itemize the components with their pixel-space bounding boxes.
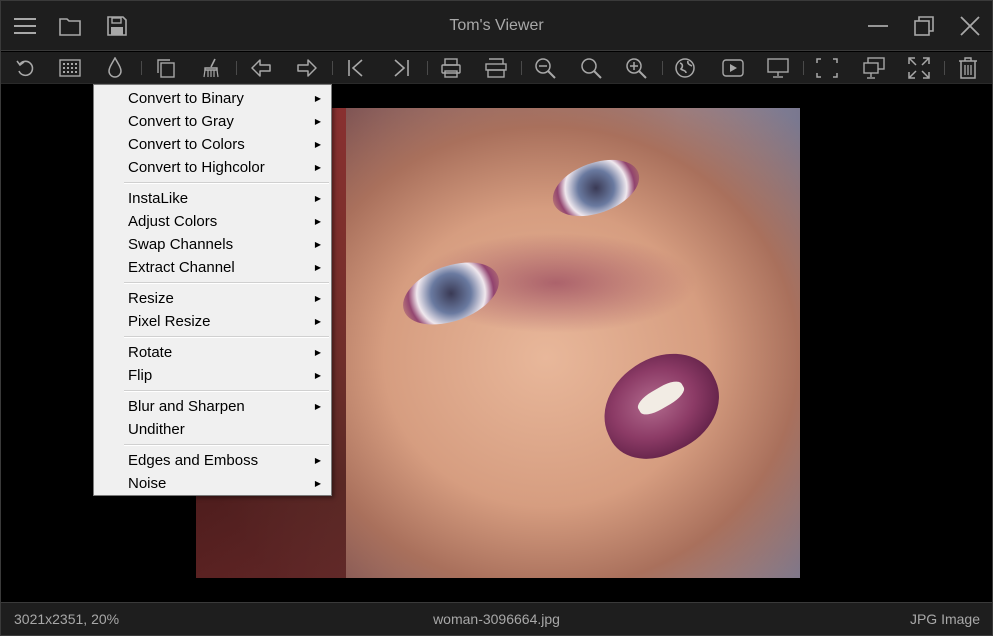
arrow-left-icon[interactable] — [247, 54, 275, 82]
menu-separator — [94, 441, 331, 449]
slideshow-icon[interactable] — [719, 54, 747, 82]
menu-item-label: Convert to Gray — [128, 113, 234, 130]
menu-item-extract-channel[interactable]: Extract Channel ▶ — [94, 256, 331, 279]
globe-icon[interactable] — [671, 54, 699, 82]
submenu-arrow-icon: ▶ — [314, 456, 321, 465]
arrow-right-icon[interactable] — [293, 54, 321, 82]
zoom-fit-icon[interactable] — [577, 54, 605, 82]
zoom-out-icon[interactable] — [531, 54, 559, 82]
menu-item-label: Resize — [128, 290, 174, 307]
copy-icon[interactable] — [152, 54, 180, 82]
submenu-arrow-icon: ▶ — [314, 163, 321, 172]
submenu-arrow-icon: ▶ — [314, 117, 321, 126]
save-icon[interactable] — [100, 9, 134, 43]
menu-item-undither[interactable]: Undither — [94, 418, 331, 441]
menu-item-label: Convert to Colors — [128, 136, 245, 153]
screen-copy-icon[interactable] — [860, 54, 888, 82]
submenu-arrow-icon: ▶ — [314, 217, 321, 226]
clean-brush-icon[interactable] — [197, 54, 225, 82]
toolbar — [1, 52, 992, 84]
menu-item-label: Undither — [128, 421, 185, 438]
file-name: woman-3096664.jpg — [433, 611, 560, 627]
submenu-arrow-icon: ▶ — [314, 294, 321, 303]
menu-item-resize[interactable]: Resize ▶ — [94, 287, 331, 310]
submenu-arrow-icon: ▶ — [314, 317, 321, 326]
menu-item-label: Extract Channel — [128, 259, 235, 276]
submenu-arrow-icon: ▶ — [314, 240, 321, 249]
restore-icon[interactable] — [907, 9, 941, 43]
menu-item-convert-to-gray[interactable]: Convert to Gray ▶ — [94, 110, 331, 133]
menu-item-label: Pixel Resize — [128, 313, 211, 330]
minimize-icon[interactable] — [861, 9, 895, 43]
submenu-arrow-icon: ▶ — [314, 263, 321, 272]
image-dimensions-zoom: 3021x2351, 20% — [14, 611, 120, 627]
photo-eye-lower — [394, 250, 508, 337]
print-icon[interactable] — [437, 54, 465, 82]
color-drop-icon[interactable] — [101, 54, 129, 82]
menu-item-swap-channels[interactable]: Swap Channels ▶ — [94, 233, 331, 256]
select-area-icon[interactable] — [813, 54, 841, 82]
image-context-menu: Convert to Binary ▶ Convert to Gray ▶ Conver… — [93, 84, 332, 496]
menu-item-label: Flip — [128, 367, 153, 384]
file-type: JPG Image — [909, 611, 980, 627]
menu-icon[interactable] — [8, 9, 42, 43]
monitor-icon[interactable] — [764, 54, 792, 82]
menu-item-pixel-resize[interactable]: Pixel Resize ▶ — [94, 310, 331, 333]
menu-item-convert-to-binary[interactable]: Convert to Binary ▶ — [94, 87, 331, 110]
menu-item-label: InstaLike — [128, 190, 189, 207]
title-bar: Tom's Viewer — [1, 1, 992, 51]
menu-item-noise[interactable]: Noise ▶ — [94, 472, 331, 495]
fullscreen-icon[interactable] — [905, 54, 933, 82]
menu-item-flip[interactable]: Flip ▶ — [94, 364, 331, 387]
submenu-arrow-icon: ▶ — [314, 479, 321, 488]
trash-icon[interactable] — [954, 54, 982, 82]
menu-item-label: Edges and Emboss — [128, 452, 259, 469]
window-title: Tom's Viewer — [449, 17, 544, 34]
menu-item-label: Rotate — [128, 344, 173, 361]
menu-item-label: Noise — [128, 475, 167, 492]
menu-separator — [94, 333, 331, 341]
photo-eye-upper — [545, 149, 647, 227]
menu-item-rotate[interactable]: Rotate ▶ — [94, 341, 331, 364]
submenu-arrow-icon: ▶ — [314, 371, 321, 380]
menu-item-label: Convert to Binary — [128, 90, 244, 107]
submenu-arrow-icon: ▶ — [314, 194, 321, 203]
menu-item-convert-to-colors[interactable]: Convert to Colors ▶ — [94, 133, 331, 156]
skip-first-icon[interactable] — [342, 54, 370, 82]
zoom-in-icon[interactable] — [622, 54, 650, 82]
menu-item-label: Blur and Sharpen — [128, 398, 245, 415]
menu-item-adjust-colors[interactable]: Adjust Colors ▶ — [94, 210, 331, 233]
menu-separator — [94, 279, 331, 287]
menu-item-label: Swap Channels — [128, 236, 234, 253]
skip-last-icon[interactable] — [387, 54, 415, 82]
undo-icon[interactable] — [11, 54, 39, 82]
scanner-icon[interactable] — [482, 54, 510, 82]
menu-separator — [94, 179, 331, 187]
menu-item-edges-and-emboss[interactable]: Edges and Emboss ▶ — [94, 449, 331, 472]
submenu-arrow-icon: ▶ — [314, 402, 321, 411]
app-window: Tom's Viewer 3021x2351, 20% woman-309666… — [0, 0, 993, 636]
menu-item-label: Adjust Colors — [128, 213, 218, 230]
submenu-arrow-icon: ▶ — [314, 348, 321, 357]
submenu-arrow-icon: ▶ — [314, 140, 321, 149]
status-bar: 3021x2351, 20% woman-3096664.jpg JPG Ima… — [1, 602, 992, 635]
submenu-arrow-icon: ▶ — [314, 94, 321, 103]
menu-item-instalike[interactable]: InstaLike ▶ — [94, 187, 331, 210]
menu-item-label: Convert to Highcolor — [128, 159, 265, 176]
close-icon[interactable] — [953, 9, 987, 43]
menu-item-blur-and-sharpen[interactable]: Blur and Sharpen ▶ — [94, 395, 331, 418]
folder-open-icon[interactable] — [53, 9, 87, 43]
menu-item-convert-to-highcolor[interactable]: Convert to Highcolor ▶ — [94, 156, 331, 179]
grid-icon[interactable] — [56, 54, 84, 82]
menu-separator — [94, 387, 331, 395]
